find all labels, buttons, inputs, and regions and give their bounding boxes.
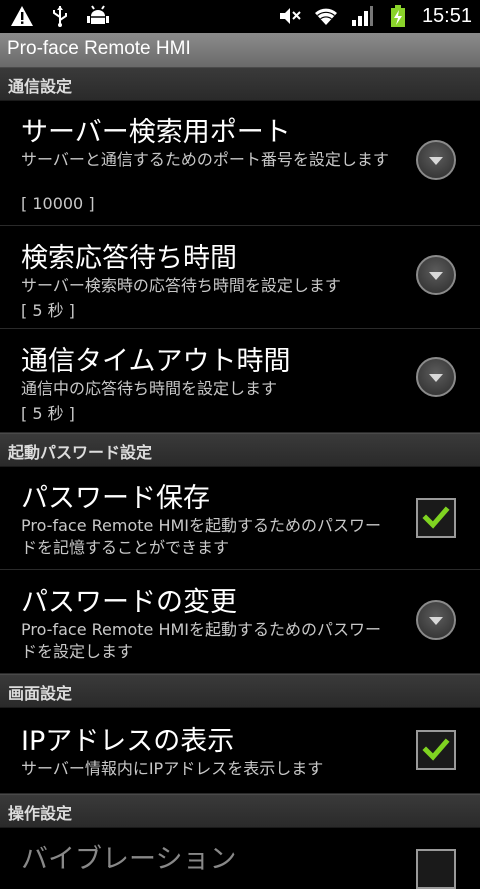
- usb-icon: [53, 6, 67, 27]
- dropdown-arrow-icon[interactable]: [416, 357, 456, 397]
- pref-summary: Pro-face Remote HMIを起動するためのパスワードを記憶することが…: [21, 516, 381, 557]
- wifi-icon: [314, 8, 337, 25]
- section-label: 通信設定: [8, 77, 73, 96]
- android-debug-icon: [87, 5, 109, 24]
- checkmark-icon: [422, 738, 450, 761]
- pref-vibration[interactable]: バイブレーション: [0, 827, 480, 889]
- section-header-display: 画面設定: [0, 674, 480, 708]
- pref-title: 検索応答待ち時間: [21, 243, 237, 274]
- clock: 15:51: [421, 5, 472, 27]
- section-label: 起動パスワード設定: [8, 443, 153, 462]
- dropdown-arrow-icon[interactable]: [416, 255, 456, 295]
- show-ip-address-checkbox[interactable]: [416, 730, 456, 770]
- pref-show-ip-address[interactable]: IPアドレスの表示 サーバー情報内にIPアドレスを表示します: [0, 707, 480, 794]
- pref-summary: サーバー情報内にIPアドレスを表示します: [21, 759, 324, 778]
- pref-change-password[interactable]: パスワードの変更 Pro-face Remote HMIを起動するためのパスワー…: [0, 570, 480, 674]
- battery-charging-icon: [390, 5, 405, 27]
- checkmark-icon: [422, 506, 450, 529]
- section-label: 画面設定: [8, 684, 73, 703]
- pref-save-password[interactable]: パスワード保存 Pro-face Remote HMIを起動するためのパスワード…: [0, 466, 480, 570]
- pref-title: パスワードの変更: [21, 587, 237, 618]
- dropdown-arrow-icon[interactable]: [416, 140, 456, 180]
- pref-summary: Pro-face Remote HMIを起動するためのパスワードを設定します: [21, 620, 381, 661]
- section-label: 操作設定: [8, 804, 73, 823]
- section-header-startup-password: 起動パスワード設定: [0, 433, 480, 467]
- pref-title: バイブレーション: [21, 844, 237, 875]
- pref-title: 通信タイムアウト時間: [21, 346, 291, 377]
- section-header-operation: 操作設定: [0, 794, 480, 828]
- pref-value: [ 5 秒 ]: [21, 301, 75, 320]
- title-bar: Pro-face Remote HMI: [0, 33, 480, 68]
- pref-value: [ 5 秒 ]: [21, 404, 75, 423]
- pref-search-response-wait[interactable]: 検索応答待ち時間 サーバー検索時の応答待ち時間を設定します [ 5 秒 ]: [0, 226, 480, 329]
- dropdown-arrow-icon[interactable]: [416, 600, 456, 640]
- signal-icon: [351, 6, 373, 26]
- warning-icon: [11, 6, 33, 26]
- pref-title: パスワード保存: [21, 483, 210, 514]
- vibration-checkbox[interactable]: [416, 849, 456, 889]
- pref-summary: サーバー検索時の応答待ち時間を設定します: [21, 276, 341, 295]
- section-header-communication: 通信設定: [0, 67, 480, 101]
- pref-summary: サーバーと通信するためのポート番号を設定します: [21, 150, 389, 169]
- save-password-checkbox[interactable]: [416, 498, 456, 538]
- pref-title: サーバー検索用ポート: [21, 117, 291, 148]
- mute-icon: [279, 8, 301, 24]
- pref-title: IPアドレスの表示: [21, 726, 235, 757]
- pref-communication-timeout[interactable]: 通信タイムアウト時間 通信中の応答待ち時間を設定します [ 5 秒 ]: [0, 329, 480, 433]
- pref-server-search-port[interactable]: サーバー検索用ポート サーバーと通信するためのポート番号を設定します [ 100…: [0, 100, 480, 226]
- pref-summary: 通信中の応答待ち時間を設定します: [21, 379, 278, 398]
- pref-value: [ 10000 ]: [21, 194, 95, 213]
- app-title: Pro-face Remote HMI: [7, 38, 191, 59]
- status-bar: 15:51: [0, 0, 480, 33]
